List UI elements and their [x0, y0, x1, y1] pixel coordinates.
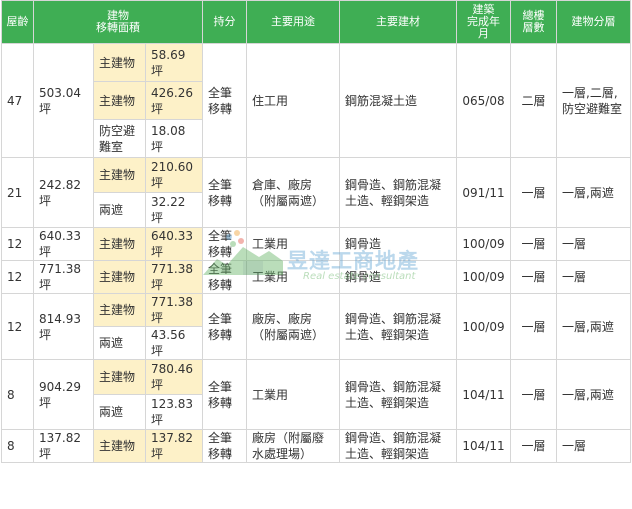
cell-floors: 一層 [556, 227, 632, 261]
cell-sub-value: 771.38 坪 [144, 293, 204, 327]
cell-total-floors: 一層 [510, 429, 558, 463]
cell-sub-value: 43.56坪 [144, 326, 204, 360]
cell-sub-label: 主建物 [93, 293, 146, 327]
header-floors: 建物分層 [556, 0, 632, 44]
cell-use: 廠房、廠房 （附屬兩遮） [246, 293, 341, 360]
cell-total-area: 242.82 坪 [33, 157, 94, 228]
cell-completed: 091/11 [456, 157, 512, 228]
cell-share: 全筆 移轉 [202, 260, 248, 294]
cell-age: 8 [1, 359, 34, 430]
cell-sub-value: 640.33 坪 [144, 227, 204, 261]
cell-sub-label: 主建物 [93, 157, 146, 193]
cell-completed: 100/09 [456, 260, 512, 294]
cell-use: 住工用 [246, 43, 341, 158]
cell-floors: 一層,兩遮 [556, 293, 632, 360]
cell-sub-label: 主建物 [93, 359, 146, 395]
cell-sub-label: 兩遮 [93, 192, 146, 228]
cell-use: 倉庫、廠房 （附屬兩遮） [246, 157, 341, 228]
cell-share: 全筆 移轉 [202, 157, 248, 228]
cell-share: 全筆 移轉 [202, 43, 248, 158]
header-completed: 建築 完成年 月 [456, 0, 512, 44]
table-row: 12 771.38 坪主建物 771.38 坪全筆 移轉 工業用 鋼骨造 100/09 一層… [1, 260, 632, 294]
cell-material: 鋼骨造 [339, 260, 458, 294]
cell-total-floors: 一層 [510, 157, 558, 228]
cell-sub-label: 主建物 [93, 227, 146, 261]
cell-total-floors: 一層 [510, 359, 558, 430]
cell-sub-value: 780.46 坪 [144, 359, 204, 395]
header-material: 主要建材 [339, 0, 458, 44]
cell-sub-label: 兩遮 [93, 394, 146, 430]
cell-total-floors: 一層 [510, 260, 558, 294]
cell-age: 8 [1, 429, 34, 463]
cell-total-area: 771.38 坪 [33, 260, 94, 294]
cell-use: 工業用 [246, 260, 341, 294]
header-use: 主要用途 [246, 0, 341, 44]
header-area: 建物 移轉面積 [32, 0, 204, 44]
cell-total-floors: 一層 [510, 293, 558, 360]
cell-sub-label: 主建物 [93, 260, 146, 294]
table-row: 8 904.29 坪主建物 780.46 坪全筆 移轉 工業用 鋼骨造、鋼筋混凝 土造、… [1, 359, 632, 430]
cell-share: 全筆 移轉 [202, 293, 248, 360]
cell-completed: 104/11 [456, 429, 512, 463]
cell-sub-value: 137.82 坪 [144, 429, 204, 463]
cell-floors: 一層,二層, 防空避難室 [556, 43, 632, 158]
cell-total-area: 137.82 坪 [33, 429, 94, 463]
cell-completed: 104/11 [456, 359, 512, 430]
cell-total-floors: 二層 [510, 43, 558, 158]
cell-sub-value: 18.08坪 [144, 119, 204, 158]
cell-sub-label: 主建物 [93, 43, 146, 82]
cell-sub-value: 771.38 坪 [144, 260, 204, 294]
cell-sub-label: 防空避 難室 [93, 119, 146, 158]
cell-total-floors: 一層 [510, 227, 558, 261]
cell-completed: 100/09 [456, 293, 512, 360]
cell-material: 鋼骨造 [339, 227, 458, 261]
cell-sub-value: 123.83 坪 [144, 394, 204, 430]
transaction-table: 屋齡 建物 移轉面積 持分 主要用途 主要建材 建築 完成年 月 總樓 層數 建… [1, 0, 632, 463]
cell-age: 47 [1, 43, 34, 158]
cell-share: 全筆 移轉 [202, 429, 248, 463]
table-row: 8 137.82 坪主建物 137.82 坪全筆 移轉 廠房（附屬廢 水處理場） 鋼骨造… [1, 429, 632, 463]
cell-age: 12 [1, 293, 34, 360]
cell-sub-value: 210.60 坪 [144, 157, 204, 193]
cell-age: 21 [1, 157, 34, 228]
cell-floors: 一層,兩遮 [556, 157, 632, 228]
cell-age: 12 [1, 260, 34, 294]
cell-use: 廠房（附屬廢 水處理場） [246, 429, 341, 463]
cell-material: 鋼骨造、鋼筋混凝 土造、輕鋼架造 [339, 429, 458, 463]
cell-material: 鋼骨造、鋼筋混凝 土造、輕鋼架造 [339, 157, 458, 228]
cell-sub-label: 主建物 [93, 81, 146, 120]
cell-material: 鋼骨造、鋼筋混凝 土造、輕鋼架造 [339, 359, 458, 430]
cell-age: 12 [1, 227, 34, 261]
cell-sub-label: 兩遮 [93, 326, 146, 360]
cell-share: 全筆 移轉 [202, 359, 248, 430]
cell-total-area: 904.29 坪 [33, 359, 94, 430]
cell-use: 工業用 [246, 227, 341, 261]
header-row: 屋齡 建物 移轉面積 持分 主要用途 主要建材 建築 完成年 月 總樓 層數 建… [1, 0, 632, 44]
cell-use: 工業用 [246, 359, 341, 430]
cell-completed: 100/09 [456, 227, 512, 261]
cell-sub-value: 32.22坪 [144, 192, 204, 228]
table-row: 47 503.04 坪主建物 58.69坪 全筆 移轉 住工用 鋼筋混凝土造 065/08 二… [1, 43, 632, 158]
cell-total-area: 503.04 坪 [33, 43, 94, 158]
cell-floors: 一層 [556, 260, 632, 294]
cell-completed: 065/08 [456, 43, 512, 158]
cell-sub-value: 58.69坪 [144, 43, 204, 82]
table-row: 12 814.93 坪主建物 771.38 坪全筆 移轉 廠房、廠房 （附屬兩遮） 鋼骨… [1, 293, 632, 360]
header-age: 屋齡 [1, 0, 34, 44]
header-total-floors: 總樓 層數 [510, 0, 558, 44]
cell-total-area: 640.33 坪 [33, 227, 94, 261]
cell-sub-value: 426.26 坪 [144, 81, 204, 120]
header-share: 持分 [202, 0, 248, 44]
table-row: 12 640.33 坪主建物 640.33 坪全筆 移轉 工業用 鋼骨造 100/09 一層… [1, 227, 632, 261]
cell-floors: 一層 [556, 429, 632, 463]
cell-material: 鋼骨造、鋼筋混凝 土造、輕鋼架造 [339, 293, 458, 360]
cell-total-area: 814.93 坪 [33, 293, 94, 360]
table-body: 47 503.04 坪主建物 58.69坪 全筆 移轉 住工用 鋼筋混凝土造 065/08 二… [1, 43, 632, 463]
cell-share: 全筆 移轉 [202, 227, 248, 261]
cell-sub-label: 主建物 [93, 429, 146, 463]
cell-floors: 一層,兩遮 [556, 359, 632, 430]
table-row: 21 242.82 坪主建物 210.60 坪全筆 移轉 倉庫、廠房 （附屬兩遮） 鋼骨… [1, 157, 632, 228]
cell-material: 鋼筋混凝土造 [339, 43, 458, 158]
